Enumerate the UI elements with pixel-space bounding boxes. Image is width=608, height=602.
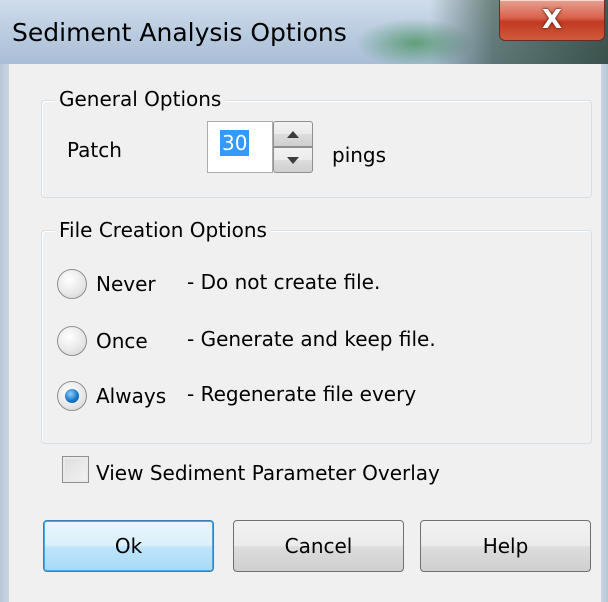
patch-label: Patch xyxy=(67,138,122,162)
window-title: Sediment Analysis Options xyxy=(12,18,347,47)
patch-value: 30 xyxy=(220,130,250,156)
close-button[interactable]: X xyxy=(499,0,605,41)
window-frame-right xyxy=(601,64,608,602)
radio-once-description: - Generate and keep file. xyxy=(187,327,436,351)
radio-selected-indicator xyxy=(65,389,79,403)
cancel-button[interactable]: Cancel xyxy=(233,520,404,572)
spin-up-icon xyxy=(287,130,299,138)
radio-always[interactable] xyxy=(57,381,87,411)
window-frame-left xyxy=(0,64,9,602)
pings-label: pings xyxy=(332,143,387,167)
radio-never[interactable] xyxy=(57,269,87,299)
close-icon: X xyxy=(541,5,563,35)
help-button[interactable]: Help xyxy=(420,520,591,572)
file-creation-legend: File Creation Options xyxy=(55,218,271,242)
spin-down-icon xyxy=(287,156,299,164)
general-options-group xyxy=(41,100,592,198)
radio-never-description: - Do not create file. xyxy=(187,270,381,294)
radio-once-label[interactable]: Once xyxy=(96,329,148,353)
overlay-checkbox[interactable] xyxy=(62,456,89,483)
radio-once[interactable] xyxy=(57,326,87,356)
general-options-legend: General Options xyxy=(55,87,226,111)
title-bar: Sediment Analysis Options X xyxy=(0,0,608,64)
patch-input[interactable]: 30 xyxy=(207,121,273,173)
spin-down-button[interactable] xyxy=(273,147,313,173)
overlay-checkbox-label[interactable]: View Sediment Parameter Overlay xyxy=(96,461,440,485)
ok-button[interactable]: Ok xyxy=(43,520,214,572)
radio-always-description: - Regenerate file every xyxy=(187,382,417,406)
spin-up-button[interactable] xyxy=(273,121,313,147)
radio-always-label[interactable]: Always xyxy=(96,384,166,408)
radio-never-label[interactable]: Never xyxy=(96,272,156,296)
